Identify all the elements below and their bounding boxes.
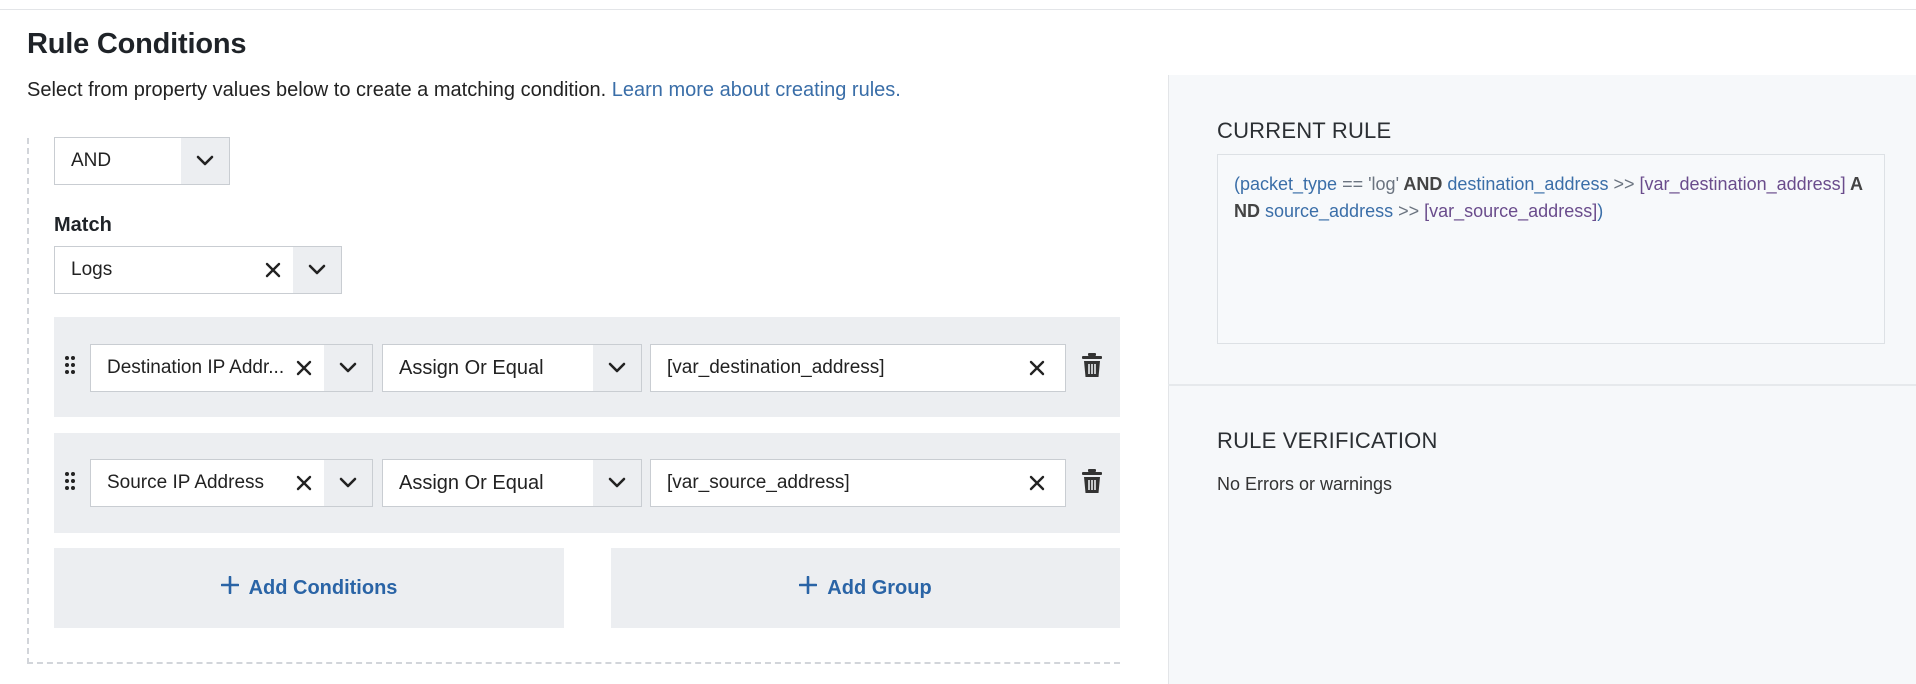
plus-icon [220,575,239,600]
condition-row: Source IP Address Assign Or Equal [var_s… [54,433,1120,533]
condition-operator-value: Assign Or Equal [399,356,544,379]
match-select[interactable]: Logs [54,246,342,294]
subtitle-text: Select from property values below to cre… [27,79,607,101]
current-rule-expression: (packet_type == 'log' AND destination_ad… [1217,154,1885,344]
condition-row: Destination IP Addr... Assign Or Equal [… [54,317,1120,417]
learn-more-link[interactable]: Learn more about creating rules. [612,79,901,101]
close-icon[interactable] [1009,460,1065,506]
rule-token-key: packet_type [1240,174,1338,194]
match-label: Match [54,214,112,236]
condition-value-input[interactable]: [var_destination_address] [650,344,1066,392]
rule-verification-message: No Errors or warnings [1217,474,1393,494]
rule-token-op: >> [1393,201,1425,221]
condition-value-text[interactable]: [var_destination_address] [651,345,1009,391]
match-value: Logs [71,259,113,280]
trash-icon[interactable] [1082,469,1104,495]
condition-operator-select[interactable]: Assign Or Equal [382,459,642,507]
rule-token-op: == [1337,174,1369,194]
condition-field-value: Source IP Address [107,472,265,493]
trash-icon[interactable] [1082,353,1104,379]
condition-value-text[interactable]: [var_source_address] [651,460,1009,506]
rule-token-str: 'log' [1368,174,1400,194]
add-group-button[interactable]: Add Group [611,548,1120,628]
condition-field-select[interactable]: Destination IP Addr... [90,344,373,392]
condition-field-select[interactable]: Source IP Address [90,459,373,507]
rule-token-key: source_address [1265,201,1394,221]
chevron-down-icon[interactable] [181,138,229,184]
rule-token-key: destination_address [1447,174,1609,194]
drag-handle-icon[interactable] [64,471,76,491]
add-conditions-label: Add Conditions [248,576,398,599]
page-title: Rule Conditions [27,28,247,60]
add-conditions-button[interactable]: Add Conditions [54,548,564,628]
rule-token-op: >> [1608,174,1640,194]
chevron-down-icon[interactable] [593,460,641,506]
current-rule-title: CURRENT RULE [1217,118,1392,143]
close-icon[interactable] [1009,345,1065,391]
page-subtitle: Select from property values below to cre… [27,79,901,102]
chevron-down-icon[interactable] [324,460,372,506]
close-icon[interactable] [253,247,293,293]
panel-divider [1168,384,1916,386]
rule-token-var: [var_destination_address] [1639,174,1846,194]
drag-handle-icon[interactable] [64,355,76,375]
rule-token-par: ) [1597,201,1604,221]
add-group-label: Add Group [827,576,932,599]
rule-verification-title: RULE VERIFICATION [1217,428,1438,453]
chevron-down-icon[interactable] [324,345,372,391]
group-operator-value: AND [71,150,112,171]
plus-icon [798,575,818,600]
chevron-down-icon[interactable] [293,247,341,293]
close-icon[interactable] [284,460,324,506]
group-operator-select[interactable]: AND [54,137,230,185]
rule-token-var: [var_source_address] [1424,201,1598,221]
close-icon[interactable] [284,345,324,391]
top-divider [0,9,1916,10]
condition-value-input[interactable]: [var_source_address] [650,459,1066,507]
condition-field-value: Destination IP Addr... [107,357,284,378]
condition-operator-value: Assign Or Equal [399,471,544,494]
chevron-down-icon[interactable] [593,345,641,391]
rule-token-and: AND [1399,174,1448,194]
condition-operator-select[interactable]: Assign Or Equal [382,344,642,392]
